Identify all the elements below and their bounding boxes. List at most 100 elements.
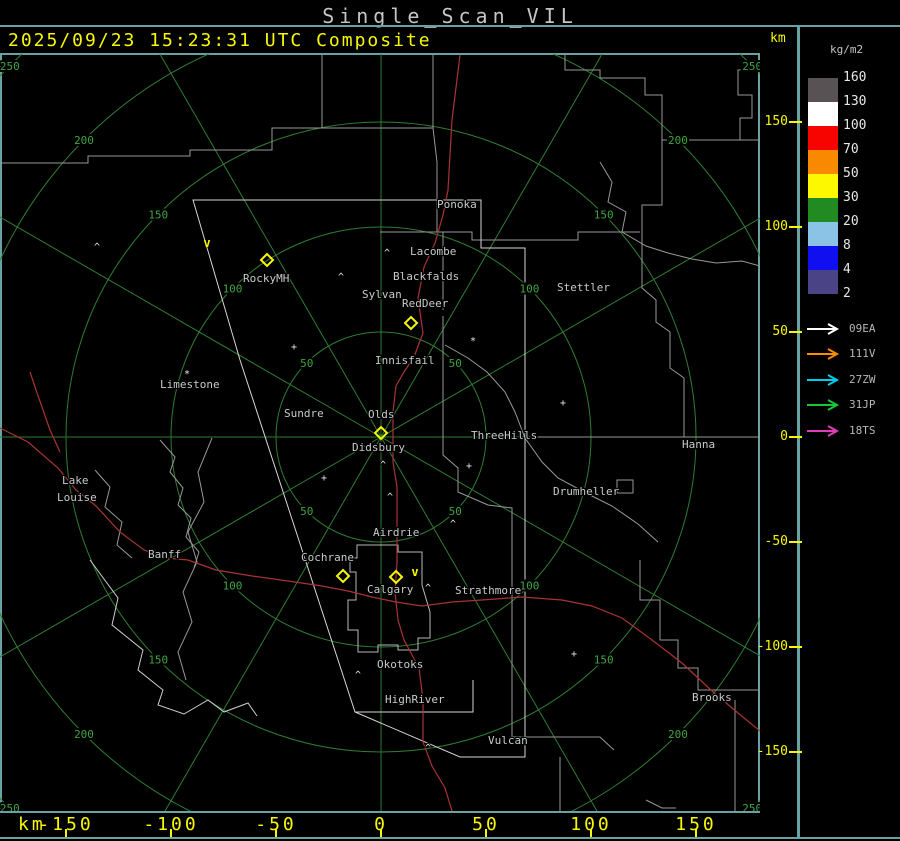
city-label: Sundre	[284, 407, 324, 420]
range-ring-label: 200	[74, 728, 94, 741]
city-label: Cochrane	[301, 551, 354, 564]
bottom-axis-tick	[380, 829, 382, 837]
range-rings	[0, 54, 760, 811]
track-id: 18TS	[849, 424, 876, 437]
radar-site-diamond-icon	[335, 568, 351, 584]
town-marker-icon: +	[571, 649, 577, 660]
storm-cell-icon: v	[203, 236, 210, 250]
town-marker-icon: ^	[380, 460, 386, 471]
city-label: ThreeHills	[471, 429, 537, 442]
bottom-axis-unit: km	[18, 814, 46, 835]
city-label: Calgary	[367, 583, 414, 596]
track-arrow-icon	[807, 373, 840, 386]
bottom-axis-tick	[65, 829, 67, 837]
city-label: Olds	[368, 408, 395, 421]
radar-site-diamond-icon	[259, 252, 275, 268]
city-label: Ponoka	[437, 198, 477, 211]
city-label: Blackfalds	[393, 270, 459, 283]
city-label: Drumheller	[553, 485, 620, 498]
city-label: Didsbury	[352, 441, 405, 454]
track-row: 31JP	[806, 398, 876, 411]
bottom-axis-tick	[170, 829, 172, 837]
range-ring-label: 50	[300, 357, 313, 370]
range-ring-label: 150	[148, 654, 168, 667]
calgary-city-boundary	[347, 544, 431, 653]
range-spoke	[159, 54, 382, 438]
city-label: Okotoks	[377, 658, 423, 671]
city-label: Hanna	[682, 438, 715, 451]
city-label: Sylvan	[362, 288, 402, 301]
track-id: 31JP	[849, 398, 876, 411]
track-id: 27ZW	[849, 373, 876, 386]
city-label: Banff	[148, 548, 181, 561]
range-ring-label: 150	[594, 654, 614, 667]
town-marker-icon: +	[291, 342, 297, 353]
town-marker-icon: +	[321, 473, 327, 484]
town-markers: ^ ^ ^ ^ ^ ^ ^ ^ ^ + + + + + * *	[93, 241, 578, 755]
town-marker-icon: ^	[450, 519, 456, 530]
city-label: Stettler	[557, 281, 610, 294]
city-label: Brooks	[692, 691, 732, 704]
city-label: Strathmore	[455, 584, 521, 597]
bottom-axis-tick-label: -100	[143, 814, 199, 835]
county-boundaries	[0, 55, 760, 811]
storm-cell-icon: v	[411, 565, 418, 579]
range-ring-label: 250	[0, 60, 20, 73]
range-ring-label: 100	[223, 283, 243, 296]
bottom-axis-tick-label: 50	[472, 814, 500, 835]
range-ring-label: 250	[742, 802, 760, 811]
city-label: Louise	[57, 491, 97, 504]
right-axis-unit: km	[770, 31, 786, 46]
town-marker-icon: ^	[355, 670, 361, 681]
map-border-bottom	[0, 811, 760, 813]
radar-app-window: { "window": { "title": "Single_Scan_VIL"…	[0, 0, 900, 841]
bottom-axis-tick-label: 150	[675, 814, 717, 835]
track-row: 18TS	[806, 424, 876, 437]
track-row: 09EA	[806, 322, 876, 335]
town-marker-icon: ^	[94, 242, 100, 253]
range-spoke	[380, 436, 760, 657]
range-ring	[0, 54, 760, 811]
range-ring-label: 50	[449, 357, 462, 370]
town-marker-icon: *	[470, 336, 476, 347]
track-id: 111V	[849, 347, 876, 360]
town-marker-icon: +	[466, 461, 472, 472]
bottom-axis-tick	[485, 829, 487, 837]
scan-timestamp: 2025/09/23 15:23:31 UTC Composite	[8, 30, 432, 51]
bottom-frame-line	[0, 837, 900, 839]
city-label: Lake	[62, 474, 89, 487]
range-ring-label: 150	[148, 208, 168, 221]
city-label: Vulcan	[488, 734, 528, 747]
town-marker-icon: ^	[384, 248, 390, 259]
storm-track-legend: 09EA 111V 27ZW 31JP 18TS	[804, 26, 900, 841]
radar-map-canvas[interactable]: 50 50 50 50 100 100 100 100 150 150 150 150 200 200 20…	[0, 54, 760, 811]
range-ring-label: 250	[0, 802, 20, 811]
town-marker-icon: ^	[425, 583, 431, 594]
town-marker-icon: *	[184, 369, 190, 380]
bottom-axis-tick	[275, 829, 277, 837]
track-arrow-icon	[807, 424, 840, 437]
range-ring-label: 150	[594, 208, 614, 221]
radar-site-diamond-icon	[403, 315, 419, 331]
town-marker-icon: ^	[338, 272, 344, 283]
range-spokes	[0, 54, 760, 811]
range-ring-label: 200	[74, 134, 94, 147]
bottom-axis-tick	[695, 829, 697, 837]
city-label: RedDeer	[402, 297, 449, 310]
track-arrow-icon	[807, 347, 840, 360]
range-ring-label: 100	[223, 579, 243, 592]
bottom-axis-tick	[590, 829, 592, 837]
range-ring-label: 250	[742, 60, 760, 73]
range-ring-label: 200	[668, 134, 688, 147]
bottom-axis-tick-label: 0	[374, 814, 388, 835]
track-id: 09EA	[849, 322, 876, 335]
range-ring-label: 50	[449, 505, 462, 518]
town-marker-icon: ^	[387, 492, 393, 503]
range-ring-label: 100	[520, 283, 540, 296]
range-ring	[0, 54, 760, 811]
city-label: Airdrie	[373, 526, 419, 539]
bottom-axis-tick-label: 100	[570, 814, 612, 835]
bottom-axis-tick-label: -50	[255, 814, 297, 835]
city-label: Lacombe	[410, 245, 456, 258]
range-spoke	[164, 436, 382, 811]
